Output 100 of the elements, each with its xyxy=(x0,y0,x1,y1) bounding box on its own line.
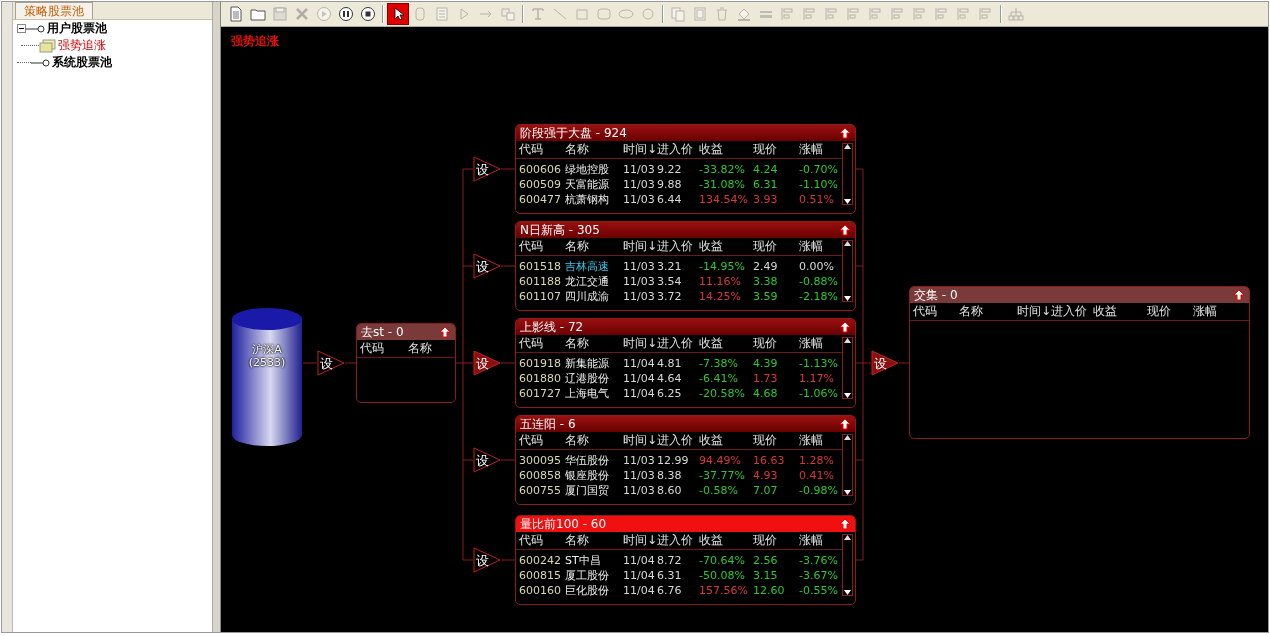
column-header[interactable]: 代码 xyxy=(519,532,565,549)
column-header[interactable]: 代码 xyxy=(360,340,408,357)
table-cell-text: 8.60 xyxy=(657,484,683,497)
column-header[interactable]: 收益 xyxy=(699,335,753,352)
column-header[interactable]: 进入价 xyxy=(657,432,699,449)
column-header[interactable]: 涨幅 xyxy=(799,335,842,352)
column-header[interactable]: 名称 xyxy=(565,238,623,255)
column-header[interactable]: 收益 xyxy=(699,238,753,255)
table-cell-text: -31.08% xyxy=(699,178,746,191)
column-header[interactable]: 现价 xyxy=(753,335,799,352)
table-cell-text: -7.38% xyxy=(699,357,739,370)
node-header[interactable]: 五连阳 - 6 xyxy=(516,416,855,432)
table-cell-text: 14.25% xyxy=(699,290,742,303)
table-cell-text: -14.95% xyxy=(699,260,746,273)
table-cell-text: 1.28% xyxy=(799,454,835,467)
tree-item[interactable]: 用户股票池 xyxy=(46,20,108,37)
node-header[interactable]: 上影线 - 72 xyxy=(516,319,855,335)
column-header[interactable]: 涨幅 xyxy=(799,141,842,158)
sidebar-tab[interactable]: 策略股票池 xyxy=(15,2,93,19)
set-button[interactable]: 设 xyxy=(473,156,501,182)
node-header[interactable]: 量比前100 - 60 xyxy=(516,516,855,532)
column-header[interactable]: 代码 xyxy=(519,141,565,158)
table-cell-text: 1.17% xyxy=(799,372,835,385)
column-header[interactable]: 现价 xyxy=(753,141,799,158)
column-header[interactable]: 名称 xyxy=(565,432,623,449)
column-header[interactable]: 进入价 xyxy=(657,335,699,352)
table-cell-text: 厦工股份 xyxy=(565,568,610,583)
column-header[interactable]: 代码 xyxy=(913,303,959,320)
table-cell-text: 6.44 xyxy=(657,193,683,206)
node-title: 量比前100 - 60 xyxy=(520,516,607,533)
node-title: 上影线 - 72 xyxy=(520,319,584,336)
column-header[interactable]: 涨幅 xyxy=(799,532,842,549)
table-cell-text: 3.21 xyxy=(657,260,683,273)
column-header[interactable]: 代码 xyxy=(519,238,565,255)
column-header[interactable]: 时间↓ xyxy=(623,238,657,255)
node-header[interactable]: N日新高 - 305 xyxy=(516,222,855,238)
table-cell-text: 600858 xyxy=(519,469,562,482)
column-header[interactable]: 进入价 xyxy=(657,532,699,549)
node-header[interactable]: 交集 - 0 xyxy=(910,287,1249,303)
column-header[interactable]: 代码 xyxy=(519,335,565,352)
table-cell-text: -0.70% xyxy=(799,163,839,176)
table-cell-text: 0.51% xyxy=(799,193,835,206)
column-header[interactable]: 时间↓ xyxy=(623,335,657,352)
table-cell-text: -50.08% xyxy=(699,569,746,582)
node-title: 阶段强于大盘 - 924 xyxy=(520,125,627,142)
column-header[interactable]: 涨幅 xyxy=(799,238,842,255)
column-header[interactable]: 现价 xyxy=(1147,303,1193,320)
set-button[interactable]: 设 xyxy=(473,547,501,573)
set-button[interactable]: 设 xyxy=(871,350,899,376)
column-header[interactable]: 时间↓ xyxy=(623,532,657,549)
column-header[interactable]: 名称 xyxy=(565,141,623,158)
table-cell-text: 7.07 xyxy=(753,484,779,497)
column-header[interactable]: 进入价 xyxy=(1051,303,1093,320)
column-header[interactable]: 名称 xyxy=(959,303,1017,320)
table-cell-text: ST中昌 xyxy=(565,553,602,568)
set-button[interactable]: 设 xyxy=(473,253,501,279)
set-button[interactable]: 设 xyxy=(473,350,501,376)
table-cell-text: 四川成渝 xyxy=(565,289,610,304)
node-header[interactable]: 阶段强于大盘 - 924 xyxy=(516,125,855,141)
table-cell-text: -0.88% xyxy=(799,275,839,288)
table-cell-text: 11/03 xyxy=(623,178,656,191)
tree-item[interactable]: 强势追涨 xyxy=(57,37,107,54)
table-cell-text: 11/03 xyxy=(623,290,656,303)
table-cell-text: -0.55% xyxy=(799,584,839,597)
column-header[interactable]: 收益 xyxy=(699,532,753,549)
table-cell-text: -3.76% xyxy=(799,554,839,567)
table-cell-text: -20.58% xyxy=(699,387,746,400)
column-header[interactable]: 现价 xyxy=(753,532,799,549)
table-cell-text: -1.13% xyxy=(799,357,839,370)
table-cell-text: 3.93 xyxy=(753,193,779,206)
tree-item[interactable]: 系统股票池 xyxy=(51,54,113,71)
column-header[interactable]: 名称 xyxy=(565,532,623,549)
column-header[interactable]: 收益 xyxy=(699,432,753,449)
table-cell-text: 601518 xyxy=(519,260,562,273)
table-cell-text: 11/04 xyxy=(623,372,656,385)
node-header[interactable]: 去st - 0 xyxy=(357,324,455,340)
column-header[interactable]: 进入价 xyxy=(657,238,699,255)
column-header[interactable]: 涨幅 xyxy=(1193,303,1249,320)
column-header[interactable]: 涨幅 xyxy=(799,432,842,449)
column-header[interactable]: 名称 xyxy=(565,335,623,352)
column-header[interactable]: 收益 xyxy=(699,141,753,158)
column-header[interactable]: 现价 xyxy=(753,238,799,255)
table-cell-text: 厦门国贸 xyxy=(565,483,610,498)
column-header[interactable]: 名称 xyxy=(408,340,455,357)
node-title: 去st - 0 xyxy=(361,324,404,341)
table-cell-text: 吉林高速 xyxy=(565,259,610,274)
column-header[interactable]: 代码 xyxy=(519,432,565,449)
column-header[interactable]: 现价 xyxy=(753,432,799,449)
table-cell-text: 3.54 xyxy=(657,275,683,288)
table-cell-text: 11/03 xyxy=(623,469,656,482)
column-header[interactable]: 时间↓ xyxy=(1017,303,1051,320)
column-header[interactable]: 时间↓ xyxy=(623,141,657,158)
database-count: (2533) xyxy=(247,356,287,369)
set-button[interactable]: 设 xyxy=(473,447,501,473)
table-cell-text: -37.77% xyxy=(699,469,746,482)
column-header[interactable]: 进入价 xyxy=(657,141,699,158)
column-header[interactable]: 时间↓ xyxy=(623,432,657,449)
set-button[interactable]: 设 xyxy=(317,350,345,376)
column-header[interactable]: 收益 xyxy=(1093,303,1147,320)
table-cell-text: 11.16% xyxy=(699,275,742,288)
